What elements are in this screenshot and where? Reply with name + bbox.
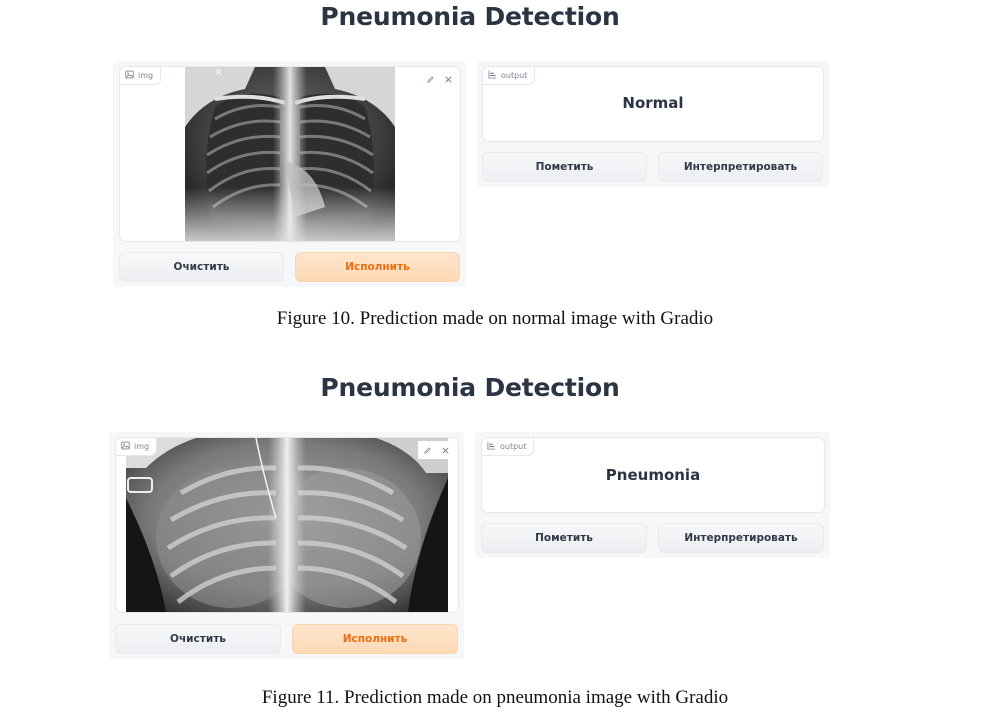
submit-button[interactable]: Исполнить (295, 252, 460, 282)
prediction-label: Pneumonia (605, 466, 701, 484)
output-box: output Normal (482, 66, 824, 142)
xray-image-normal (185, 67, 395, 241)
prediction-label: Normal (622, 94, 684, 112)
output-label: output (501, 71, 528, 80)
app-title: Pneumonia Detection (320, 373, 620, 402)
output-label: output (500, 442, 527, 451)
input-panel: img (113, 61, 466, 287)
xray-image-pneumonia (126, 438, 448, 612)
image-icon (121, 441, 130, 452)
image-input[interactable]: img (119, 66, 461, 242)
output-label-chip: output (482, 438, 535, 456)
image-toolbar (421, 70, 457, 88)
image-icon (125, 70, 134, 81)
figure-caption: Figure 11. Prediction made on pneumonia … (261, 687, 729, 708)
bar-chart-icon (488, 70, 497, 81)
interpret-button[interactable]: Интерпретировать (658, 152, 823, 182)
input-label: img (138, 71, 154, 80)
input-label-chip: img (116, 438, 158, 456)
pencil-icon[interactable] (421, 70, 439, 88)
bar-chart-icon (487, 441, 496, 452)
pencil-icon[interactable] (418, 441, 436, 459)
image-input[interactable]: img (115, 437, 459, 613)
output-label-chip: output (483, 67, 536, 85)
close-icon[interactable] (439, 70, 457, 88)
output-panel: output Normal Пометить Интерпретировать (477, 61, 829, 187)
clear-button[interactable]: Очистить (119, 252, 284, 282)
output-box: output Pneumonia (481, 437, 825, 513)
submit-button[interactable]: Исполнить (292, 624, 458, 654)
input-label-chip: img (120, 67, 162, 85)
clear-button[interactable]: Очистить (115, 624, 281, 654)
flag-button[interactable]: Пометить (482, 152, 647, 182)
flag-button[interactable]: Пометить (481, 523, 647, 553)
figure-caption: Figure 10. Prediction made on normal ima… (276, 308, 714, 329)
xray-side-marker: R (216, 68, 222, 77)
output-panel: output Pneumonia Пометить Интерпретирова… (475, 432, 830, 558)
image-toolbar (418, 441, 454, 459)
close-icon[interactable] (436, 441, 454, 459)
input-panel: img (109, 432, 464, 659)
input-label: img (134, 442, 150, 451)
app-title: Pneumonia Detection (320, 2, 620, 31)
interpret-button[interactable]: Интерпретировать (658, 523, 824, 553)
